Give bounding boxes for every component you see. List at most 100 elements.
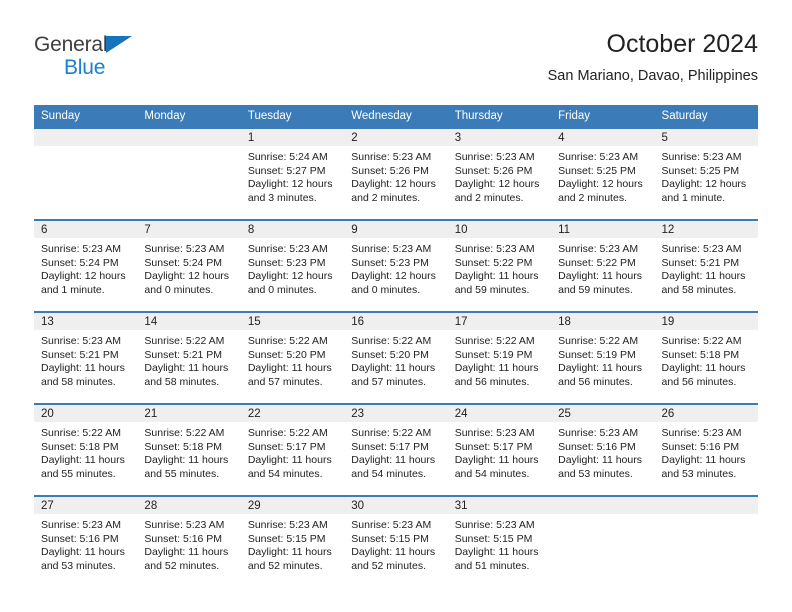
sunset-text: Sunset: 5:22 PM	[558, 256, 636, 269]
daylight-text-line2: and 58 minutes.	[144, 375, 220, 388]
calendar-day-cell[interactable]: 13 Sunrise: 5:23 AM Sunset: 5:21 PM Dayligh…	[34, 311, 138, 404]
calendar-day-cell[interactable]: 31 Sunrise: 5:23 AM Sunset: 5:15 PM Dayligh…	[447, 495, 552, 587]
day-number: 11	[551, 221, 655, 238]
day-details: Sunrise: 5:23 AM Sunset: 5:21 PM Daylight:…	[655, 238, 758, 297]
sunset-text: Sunset: 5:19 PM	[558, 348, 636, 361]
calendar-day-cell[interactable]: 2 Sunrise: 5:23 AM Sunset: 5:26 PM Daylight…	[344, 127, 448, 220]
calendar-day-cell[interactable]: 30 Sunrise: 5:23 AM Sunset: 5:15 PM Dayligh…	[344, 495, 448, 587]
calendar-day-cell[interactable]: 7 Sunrise: 5:23 AM Sunset: 5:24 PM Daylight…	[137, 219, 241, 312]
calendar-day-cell[interactable]: 28 Sunrise: 5:23 AM Sunset: 5:16 PM Dayligh…	[137, 495, 241, 587]
calendar-day-cell[interactable]: 24 Sunrise: 5:23 AM Sunset: 5:17 PM Dayligh…	[447, 403, 552, 496]
sunrise-text: Sunrise: 5:22 AM	[351, 427, 432, 439]
weekday-header-monday: Monday	[137, 105, 241, 128]
calendar-day-cell[interactable]: 3 Sunrise: 5:23 AM Sunset: 5:26 PM Daylight…	[447, 127, 552, 220]
calendar-day-cell[interactable]: 26 Sunrise: 5:23 AM Sunset: 5:16 PM Dayligh…	[654, 403, 758, 496]
sunrise-text: Sunrise: 5:22 AM	[247, 335, 328, 347]
weekday-header-wednesday: Wednesday	[344, 105, 448, 128]
calendar-day-cell[interactable]: 10 Sunrise: 5:23 AM Sunset: 5:22 PM Dayligh…	[447, 219, 552, 312]
calendar-day-cell[interactable]: 17 Sunrise: 5:22 AM Sunset: 5:19 PM Dayligh…	[447, 311, 552, 404]
calendar-day-cell[interactable]: 4 Sunrise: 5:23 AM Sunset: 5:25 PM Daylight…	[551, 127, 655, 220]
daylight-text-line1: Daylight: 11 hours	[454, 362, 539, 375]
sunset-text: Sunset: 5:26 PM	[454, 164, 533, 177]
calendar-grid: Sunday Monday Tuesday Wednesday Thursday…	[34, 105, 758, 587]
sunset-text: Sunset: 5:21 PM	[41, 348, 119, 361]
weekday-header-thursday: Thursday	[447, 105, 552, 128]
calendar-day-cell[interactable]: 22 Sunrise: 5:22 AM Sunset: 5:17 PM Dayligh…	[240, 403, 345, 496]
calendar-page: General Blue October 2024 San Mariano, D…	[0, 0, 792, 612]
daylight-text-line2: and 57 minutes.	[247, 375, 323, 388]
calendar-day-cell[interactable]: 9 Sunrise: 5:23 AM Sunset: 5:23 PM Daylight…	[344, 219, 448, 312]
sunset-text: Sunset: 5:24 PM	[144, 256, 223, 269]
calendar-day-cell[interactable]: 21 Sunrise: 5:22 AM Sunset: 5:18 PM Dayligh…	[137, 403, 241, 496]
day-details: Sunrise: 5:23 AM Sunset: 5:15 PM Daylight:…	[344, 514, 447, 573]
calendar-body: 1 Sunrise: 5:24 AM Sunset: 5:27 PM Daylight…	[34, 127, 758, 587]
daylight-text-line1: Daylight: 11 hours	[454, 546, 539, 559]
sunrise-text: Sunrise: 5:23 AM	[144, 519, 225, 531]
daylight-text-line1: Daylight: 11 hours	[661, 362, 746, 375]
calendar-week-row: 27 Sunrise: 5:23 AM Sunset: 5:16 PM Dayligh…	[34, 495, 758, 587]
general-blue-logo[interactable]: General Blue	[34, 34, 234, 90]
day-details: Sunrise: 5:24 AM Sunset: 5:27 PM Daylight:…	[241, 146, 344, 205]
day-details: Sunrise: 5:23 AM Sunset: 5:22 PM Daylight:…	[448, 238, 551, 297]
calendar-day-cell[interactable]: 25 Sunrise: 5:23 AM Sunset: 5:16 PM Dayligh…	[551, 403, 655, 496]
daylight-text-line2: and 54 minutes.	[454, 467, 530, 480]
day-number: 20	[34, 405, 138, 422]
day-details: Sunrise: 5:22 AM Sunset: 5:18 PM Daylight:…	[655, 330, 758, 389]
calendar-day-cell[interactable]: 15 Sunrise: 5:22 AM Sunset: 5:20 PM Dayligh…	[240, 311, 345, 404]
day-number: 25	[551, 405, 655, 422]
day-details: Sunrise: 5:23 AM Sunset: 5:25 PM Daylight:…	[655, 146, 758, 205]
daylight-text-line2: and 0 minutes.	[351, 283, 421, 296]
calendar-day-cell[interactable]: 20 Sunrise: 5:22 AM Sunset: 5:18 PM Dayligh…	[34, 403, 138, 496]
day-number	[551, 497, 655, 514]
sunset-text: Sunset: 5:18 PM	[661, 348, 740, 361]
sunrise-text: Sunrise: 5:23 AM	[454, 427, 535, 439]
sunrise-text: Sunrise: 5:23 AM	[661, 243, 742, 255]
day-details: Sunrise: 5:22 AM Sunset: 5:20 PM Daylight:…	[241, 330, 344, 389]
daylight-text-line2: and 54 minutes.	[351, 467, 426, 480]
calendar-day-cell[interactable]: 11 Sunrise: 5:23 AM Sunset: 5:22 PM Dayligh…	[551, 219, 655, 312]
daylight-text-line1: Daylight: 12 hours	[351, 178, 436, 191]
daylight-text-line1: Daylight: 11 hours	[351, 546, 436, 559]
day-details: Sunrise: 5:23 AM Sunset: 5:16 PM Daylight:…	[655, 422, 758, 481]
daylight-text-line1: Daylight: 11 hours	[661, 454, 746, 467]
sunset-text: Sunset: 5:25 PM	[661, 164, 740, 177]
day-number: 26	[654, 405, 758, 422]
calendar-day-cell[interactable]: 18 Sunrise: 5:22 AM Sunset: 5:19 PM Dayligh…	[551, 311, 655, 404]
sunset-text: Sunset: 5:15 PM	[454, 532, 533, 545]
calendar-day-cell[interactable]: 19 Sunrise: 5:22 AM Sunset: 5:18 PM Dayligh…	[654, 311, 758, 404]
day-details: Sunrise: 5:23 AM Sunset: 5:16 PM Daylight:…	[551, 422, 654, 481]
day-details: Sunrise: 5:23 AM Sunset: 5:21 PM Daylight:…	[34, 330, 137, 389]
calendar-day-cell[interactable]: 12 Sunrise: 5:23 AM Sunset: 5:21 PM Dayligh…	[654, 219, 758, 312]
day-number: 6	[34, 221, 138, 238]
daylight-text-line2: and 2 minutes.	[351, 191, 421, 204]
calendar-day-cell[interactable]: 6 Sunrise: 5:23 AM Sunset: 5:24 PM Daylight…	[34, 219, 138, 312]
weekday-header-sunday: Sunday	[34, 105, 138, 128]
calendar-day-cell[interactable]: 29 Sunrise: 5:23 AM Sunset: 5:15 PM Dayligh…	[240, 495, 345, 587]
day-details: Sunrise: 5:23 AM Sunset: 5:15 PM Daylight:…	[241, 514, 344, 573]
sunrise-text: Sunrise: 5:23 AM	[661, 427, 742, 439]
sunrise-text: Sunrise: 5:23 AM	[351, 243, 432, 255]
calendar-day-cell[interactable]: 1 Sunrise: 5:24 AM Sunset: 5:27 PM Daylight…	[240, 127, 345, 220]
day-details: Sunrise: 5:23 AM Sunset: 5:24 PM Daylight:…	[34, 238, 137, 297]
day-details: Sunrise: 5:22 AM Sunset: 5:19 PM Daylight:…	[551, 330, 654, 389]
calendar-day-cell[interactable]: 16 Sunrise: 5:22 AM Sunset: 5:20 PM Dayligh…	[344, 311, 448, 404]
calendar-day-cell[interactable]: 27 Sunrise: 5:23 AM Sunset: 5:16 PM Dayligh…	[34, 495, 138, 587]
calendar-day-cell[interactable]: 23 Sunrise: 5:22 AM Sunset: 5:17 PM Dayligh…	[344, 403, 448, 496]
sunset-text: Sunset: 5:21 PM	[144, 348, 223, 361]
calendar-day-cell[interactable]: 14 Sunrise: 5:22 AM Sunset: 5:21 PM Dayligh…	[137, 311, 241, 404]
daylight-text-line1: Daylight: 11 hours	[558, 270, 642, 283]
weekday-header-tuesday: Tuesday	[240, 105, 345, 128]
daylight-text-line1: Daylight: 11 hours	[661, 270, 746, 283]
calendar-day-cell[interactable]: 8 Sunrise: 5:23 AM Sunset: 5:23 PM Daylight…	[240, 219, 345, 312]
daylight-text-line2: and 55 minutes.	[144, 467, 220, 480]
day-number: 3	[447, 129, 552, 146]
day-details: Sunrise: 5:22 AM Sunset: 5:18 PM Daylight:…	[34, 422, 137, 481]
sunrise-text: Sunrise: 5:22 AM	[351, 335, 432, 347]
calendar-day-cell[interactable]: 5 Sunrise: 5:23 AM Sunset: 5:25 PM Daylight…	[654, 127, 758, 220]
daylight-text-line1: Daylight: 12 hours	[144, 270, 230, 283]
daylight-text-line2: and 52 minutes.	[351, 559, 426, 572]
day-number: 27	[34, 497, 138, 514]
daylight-text-line1: Daylight: 11 hours	[41, 362, 125, 375]
daylight-text-line2: and 59 minutes.	[558, 283, 633, 296]
sunrise-text: Sunrise: 5:23 AM	[558, 151, 639, 163]
